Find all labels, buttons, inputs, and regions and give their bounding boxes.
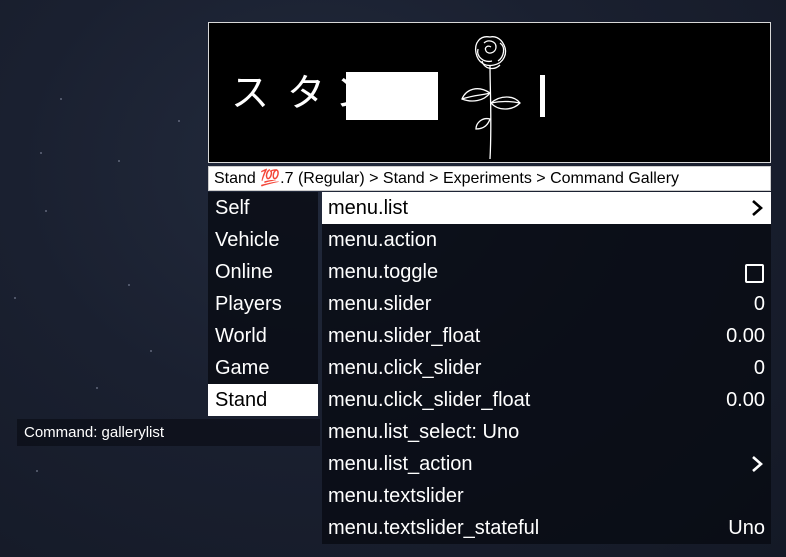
list-item-menu-slider-float[interactable]: menu.slider_float 0.00 <box>322 320 771 352</box>
list-item-label: menu.click_slider_float <box>328 389 531 411</box>
list-item-label: menu.textslider <box>328 485 464 507</box>
sidebar-item-online[interactable]: Online <box>208 256 318 288</box>
list-item-menu-click-slider-float[interactable]: menu.click_slider_float 0.00 <box>322 384 771 416</box>
sidebar-item-self[interactable]: Self <box>208 192 318 224</box>
list-item-label: menu.toggle <box>328 261 439 283</box>
list-item-menu-textslider-stateful[interactable]: menu.textslider_stateful Uno <box>322 512 771 544</box>
slider-value: 0 <box>753 293 765 315</box>
star <box>178 120 180 122</box>
slider-value: 0 <box>753 357 765 379</box>
star <box>60 98 62 100</box>
header-kana-1: ス <box>231 71 270 115</box>
list-item-menu-action[interactable]: menu.action <box>322 224 771 256</box>
header-redaction-block <box>346 72 438 120</box>
chevron-right-icon <box>752 200 763 216</box>
list-item-label: menu.slider_float <box>328 325 481 347</box>
list-item-menu-list[interactable]: menu.list <box>322 192 771 224</box>
list-item-label: menu.list <box>328 197 409 219</box>
sidebar-item-game[interactable]: Game <box>208 352 318 384</box>
command-list: menu.list menu.action menu.toggle menu.s… <box>322 192 771 544</box>
list-item-menu-textslider[interactable]: menu.textslider <box>322 480 771 512</box>
sidebar-item-stand[interactable]: Stand <box>208 384 318 416</box>
sidebar-item-world[interactable]: World <box>208 320 318 352</box>
sidebar: Self Vehicle Online Players World Game S… <box>208 192 318 416</box>
sidebar-item-players[interactable]: Players <box>208 288 318 320</box>
header-kana-2: タ <box>287 71 326 115</box>
checkbox-icon[interactable] <box>745 264 764 283</box>
breadcrumb: Stand 💯.7 (Regular) > Stand > Experiment… <box>208 166 771 191</box>
list-item-menu-slider[interactable]: menu.slider 0 <box>322 288 771 320</box>
list-item-label: menu.click_slider <box>328 357 482 379</box>
list-item-menu-list-select[interactable]: menu.list_select: Uno <box>322 416 771 448</box>
star <box>118 160 120 162</box>
sidebar-item-vehicle[interactable]: Vehicle <box>208 224 318 256</box>
list-item-label: menu.textslider_stateful <box>328 517 540 539</box>
command-info-box: Command: gallerylist <box>17 419 320 446</box>
header-bar <box>540 75 545 117</box>
star <box>14 297 16 299</box>
list-item-menu-toggle[interactable]: menu.toggle <box>322 256 771 288</box>
rose-icon <box>461 36 521 160</box>
star <box>40 152 42 154</box>
list-item-label: menu.list_action <box>328 453 473 475</box>
header-banner: ス タ ン <box>208 22 771 163</box>
chevron-right-icon <box>752 456 763 472</box>
list-item-label: menu.list_select: Uno <box>328 421 520 443</box>
list-item-label: menu.slider <box>328 293 432 315</box>
star <box>150 350 152 352</box>
slider-value: Uno <box>728 517 765 539</box>
star <box>128 284 130 286</box>
list-item-label: menu.action <box>328 229 437 251</box>
slider-value: 0.00 <box>726 325 765 347</box>
slider-value: 0.00 <box>726 389 765 411</box>
star <box>96 387 98 389</box>
list-item-menu-list-action[interactable]: menu.list_action <box>322 448 771 480</box>
star <box>36 470 38 472</box>
star <box>45 210 47 212</box>
list-item-menu-click-slider[interactable]: menu.click_slider 0 <box>322 352 771 384</box>
